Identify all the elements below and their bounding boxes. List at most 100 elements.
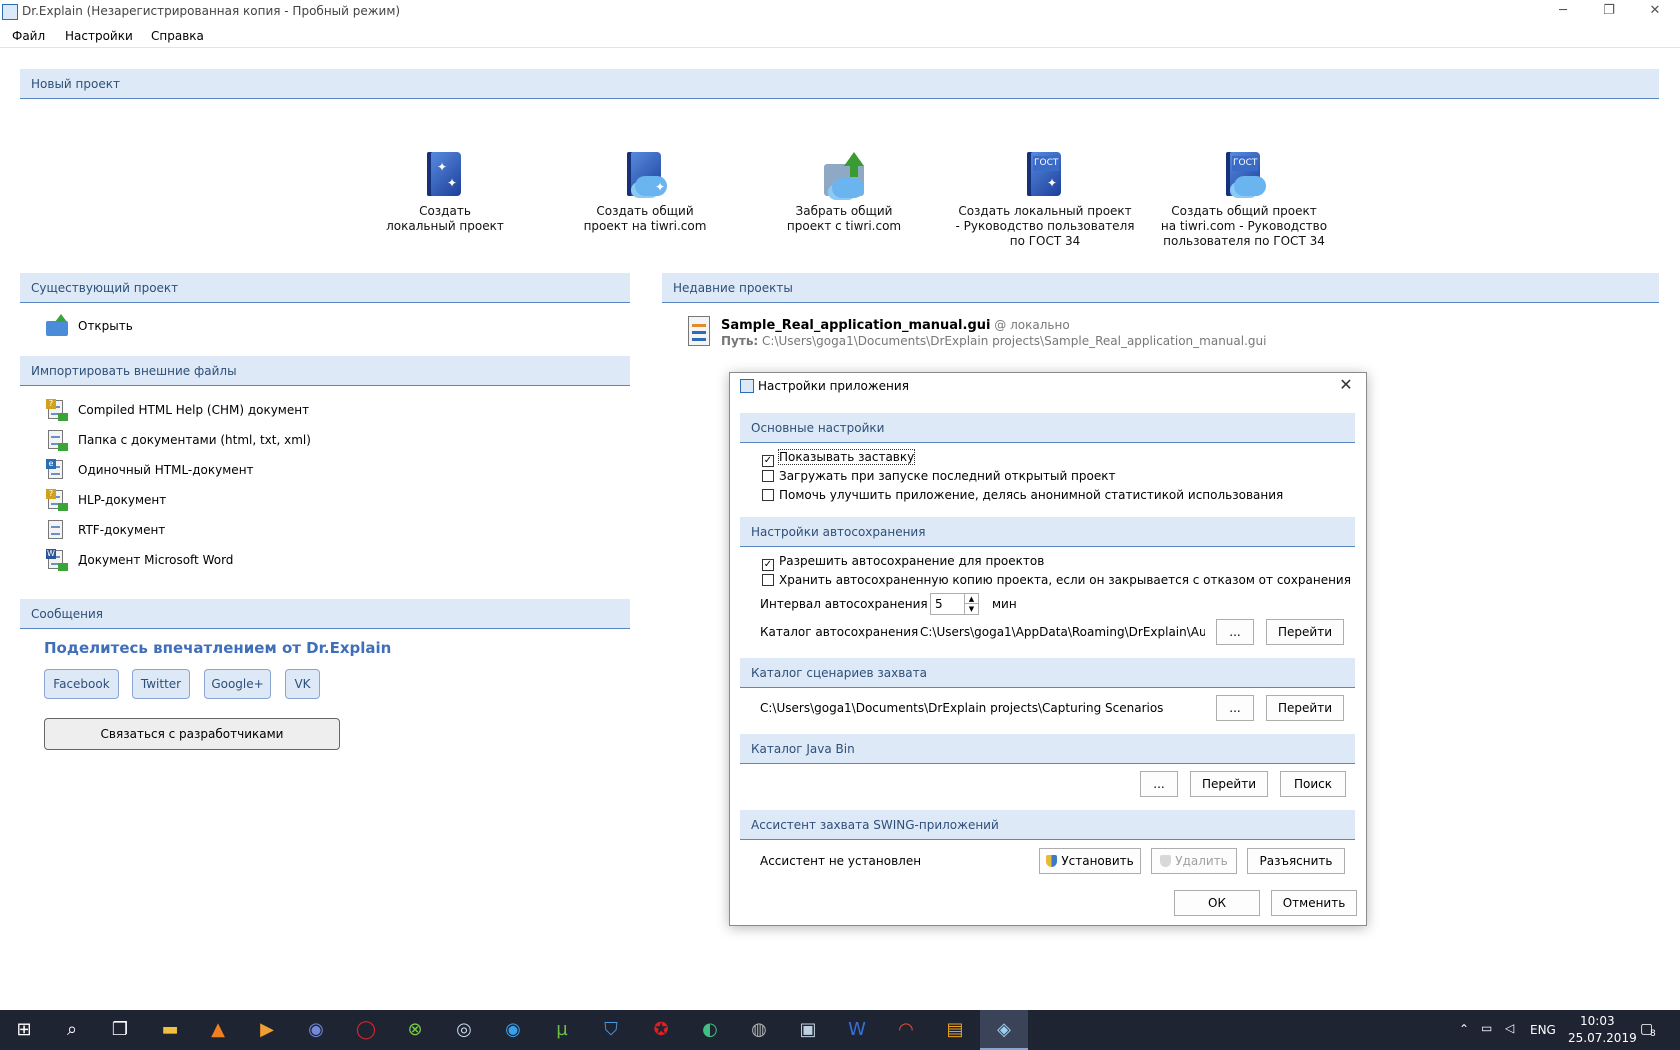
title-bar: Dr.Explain (Незарегистрированная копия -… [0,0,1680,24]
restore-button[interactable]: ❐ [1586,0,1632,24]
minimize-button[interactable]: ─ [1540,0,1586,24]
share-title: Поделитесь впечатлением от Dr.Explain [44,639,392,657]
disc-app-icon[interactable]: ◍ [735,1010,783,1050]
network-icon[interactable]: ▭ [1481,1021,1492,1035]
spin-up-icon[interactable]: ▲ [964,594,978,604]
import-folder[interactable]: Папка с документами (html, txt, xml) [44,425,604,455]
interval-unit: мин [992,597,1017,611]
share-stats-checkbox[interactable]: Помочь улучшить приложение, делясь анони… [762,487,1283,505]
import-rtf[interactable]: RTF-документ [44,515,604,545]
tray-chevron-icon[interactable]: ⌃ [1459,1022,1469,1036]
cancel-button[interactable]: Отменить [1271,890,1357,916]
red-app-icon[interactable]: ✪ [637,1010,685,1050]
google-plus-button[interactable]: Google+ [204,669,271,699]
opera-icon[interactable]: ◯ [342,1010,390,1050]
import-html[interactable]: e Одиночный HTML-документ [44,455,604,485]
vlc-icon[interactable]: ▲ [194,1010,242,1050]
dialog-close-button[interactable]: ✕ [1334,375,1358,397]
vk-button[interactable]: VK [285,669,320,699]
checkbox-label: Показывать заставку [777,449,916,465]
utorrent-icon[interactable]: µ [538,1010,586,1050]
file-explorer-icon[interactable]: ▬ [146,1010,194,1050]
tile-label-line: на tiwri.com - Руководство [1160,219,1328,233]
recent-project-path-row: Путь: C:\Users\goga1\Documents\DrExplain… [721,334,1266,348]
xbox-icon[interactable]: ⊗ [391,1010,439,1050]
word-icon[interactable]: W [833,1010,881,1050]
recent-project-path: C:\Users\goga1\Documents\DrExplain proje… [762,334,1267,348]
tile-label-line: пользователя по ГОСТ 34 [1163,234,1325,248]
swing-explain-button[interactable]: Разъяснить [1247,848,1345,874]
tile-fetch-shared[interactable]: Забрать общий проект с tiwri.com [754,152,934,234]
rtf-file-icon [46,519,68,541]
tile-create-local[interactable]: ✦ ✦ Создать локальный проект [355,152,535,234]
load-last-project-checkbox[interactable]: Загружать при запуске последний открытый… [762,468,1115,486]
open-folder-icon [46,314,68,336]
winrar-icon[interactable]: ▤ [931,1010,979,1050]
tile-create-shared[interactable]: ✦ Создать общий проект на tiwri.com [555,152,735,234]
autosave-dir-browse-button[interactable]: ... [1216,619,1254,645]
tile-label-line: локальный проект [386,219,504,233]
java-bin-go-button[interactable]: Перейти [1190,771,1268,797]
checkbox-label: Хранить автосохраненную копию проекта, е… [779,573,1351,587]
green-app-icon[interactable]: ◐ [686,1010,734,1050]
clock-date[interactable]: 25.07.2019 [1568,1031,1637,1045]
swing-install-button[interactable]: Установить [1039,848,1141,874]
tile-create-shared-gost[interactable]: ГОСТ Создать общий проект на tiwri.com -… [1154,152,1334,249]
shield-app-icon[interactable]: ⛉ [587,1010,635,1050]
shield-icon [1160,855,1172,867]
twitter-button[interactable]: Twitter [132,669,190,699]
media-player-icon[interactable]: ▶ [243,1010,291,1050]
keep-autosave-copy-checkbox[interactable]: Хранить автосохраненную копию проекта, е… [762,572,1351,590]
capture-dir-header: Каталог сценариев захвата [740,658,1355,688]
swing-remove-button[interactable]: Удалить [1151,848,1237,874]
input-language[interactable]: ENG [1530,1023,1556,1037]
recent-project-item[interactable]: Sample_Real_application_manual.gui @ лок… [721,318,1070,333]
java-bin-browse-button[interactable]: ... [1140,771,1178,797]
checkbox-checked-icon: ✓ [762,455,774,467]
close-button[interactable]: ✕ [1632,0,1678,24]
capture-dir-go-button[interactable]: Перейти [1266,695,1344,721]
menu-settings[interactable]: Настройки [65,29,133,43]
windows-start-icon[interactable]: ⊞ [0,1010,48,1050]
new-project-header: Новый проект [20,69,1659,99]
enable-autosave-checkbox[interactable]: ✓ Разрешить автосохранение для проектов [762,553,1044,571]
discord-icon[interactable]: ◉ [292,1010,340,1050]
import-hlp[interactable]: ? HLP-документ [44,485,604,515]
screen-app-icon[interactable]: ▣ [784,1010,832,1050]
show-splash-checkbox[interactable]: ✓ Показывать заставку [762,449,916,467]
clock-time[interactable]: 10:03 [1580,1014,1615,1028]
settings-dialog: Настройки приложения ✕ Основные настройк… [729,372,1367,926]
open-project-item[interactable]: Открыть [44,311,344,341]
checkbox-unchecked-icon [762,574,774,586]
capture-dir-browse-button[interactable]: ... [1216,695,1254,721]
autosave-interval-spinner[interactable]: 5 ▲ ▼ [930,593,979,615]
checkbox-unchecked-icon [762,489,774,501]
steam-icon[interactable]: ◎ [440,1010,488,1050]
gost-badge: ГОСТ [1232,156,1259,171]
tile-label-line: проект с tiwri.com [786,219,902,233]
uplay-icon[interactable]: ◉ [489,1010,537,1050]
facebook-button[interactable]: Facebook [44,669,119,699]
search-icon[interactable]: ⌕ [48,1010,96,1050]
autosave-dir-label: Каталог автосохранения [760,625,919,639]
menu-file[interactable]: Файл [12,29,45,43]
tile-label-line: Создать общий проект [1171,204,1317,218]
path-label: Путь: [721,334,759,348]
gost-cloud-icon: ГОСТ [1222,152,1266,198]
task-view-icon[interactable]: ❐ [96,1010,144,1050]
contact-developers-button[interactable]: Связаться с разработчиками [44,718,340,750]
taskbar: ⊞ ⌕ ❐ ▬ ▲ ▶ ◉ ◯ ⊗ ◎ ◉ µ ⛉ ✪ ◐ ◍ ▣ W ◠ ▤ … [0,1010,1680,1050]
tile-create-local-gost[interactable]: ГОСТ ✦ Создать локальный проект - Руковод… [955,152,1135,249]
ok-button[interactable]: ОК [1174,890,1260,916]
import-chm[interactable]: ? Compiled HTML Help (CHM) документ [44,395,604,425]
hook-app-icon[interactable]: ◠ [882,1010,930,1050]
menu-help[interactable]: Справка [151,29,204,43]
volume-icon[interactable]: ◁ [1505,1021,1514,1035]
spin-down-icon[interactable]: ▼ [964,604,978,614]
import-word[interactable]: W Документ Microsoft Word [44,545,604,575]
java-bin-search-button[interactable]: Поиск [1280,771,1346,797]
autosave-header: Настройки автосохранения [740,517,1355,547]
drexplain-taskbar-icon[interactable]: ◈ [980,1010,1028,1050]
autosave-dir-go-button[interactable]: Перейти [1266,619,1344,645]
swing-assistant-status: Ассистент не установлен [760,854,922,868]
